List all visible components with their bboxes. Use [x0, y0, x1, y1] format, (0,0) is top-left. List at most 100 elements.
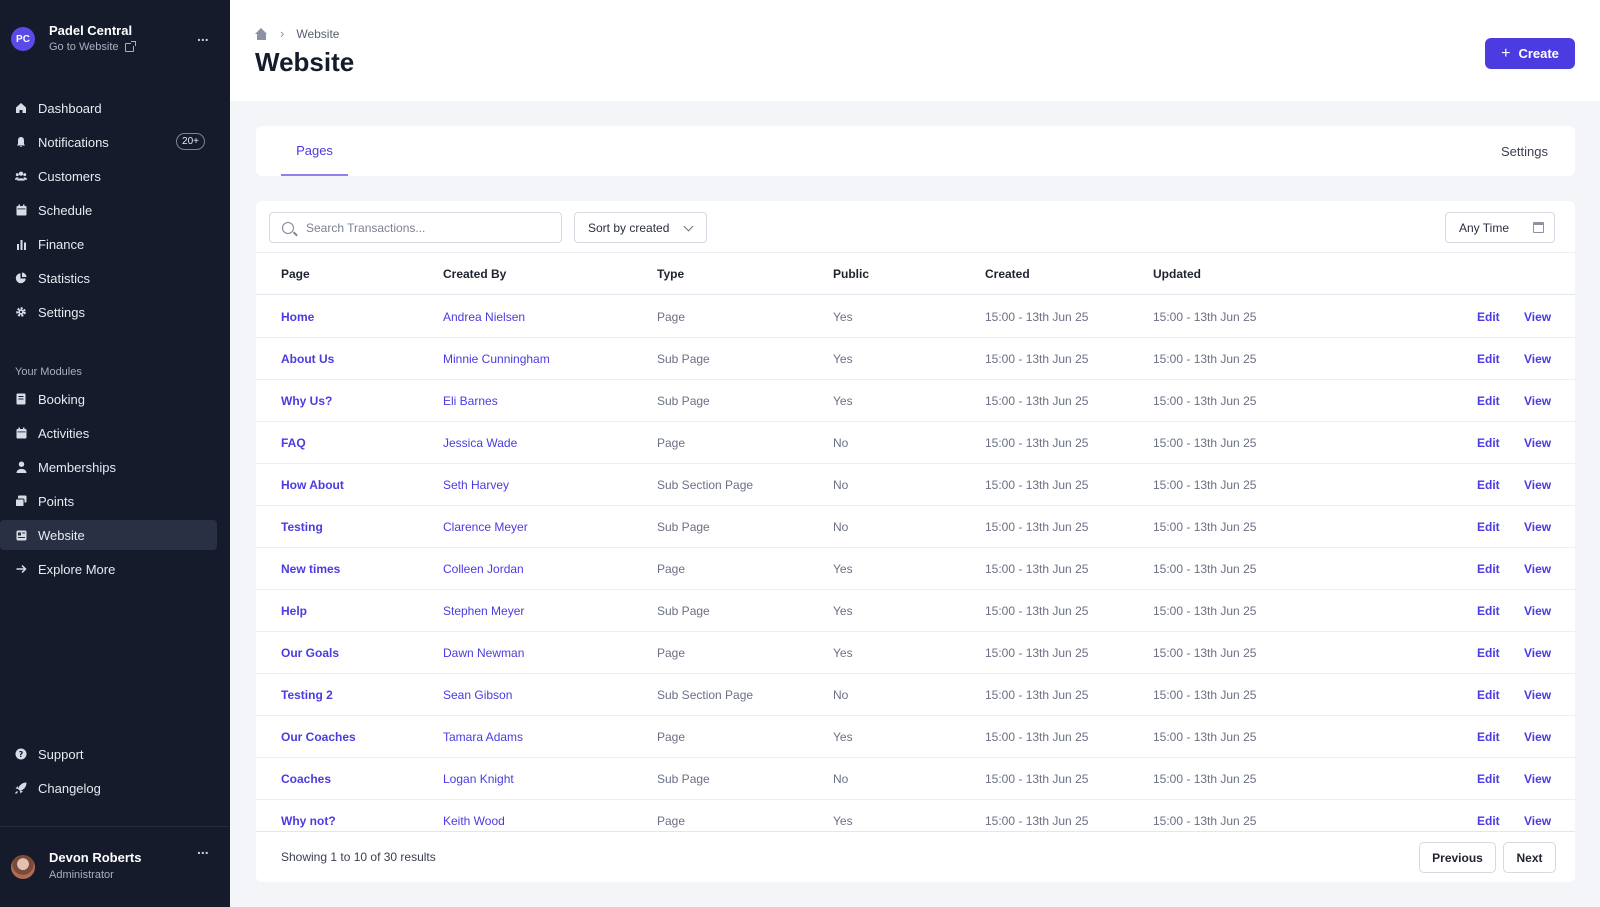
search-input[interactable]	[306, 220, 546, 235]
created-by-link[interactable]: Minnie Cunningham	[443, 352, 550, 366]
org-menu-icon[interactable]: ...	[197, 28, 209, 44]
view-link[interactable]: View	[1524, 394, 1551, 408]
previous-button[interactable]: Previous	[1419, 842, 1496, 873]
view-link[interactable]: View	[1524, 310, 1551, 324]
home-icon[interactable]	[255, 27, 268, 40]
date-range-picker[interactable]: Any Time	[1445, 212, 1555, 243]
sidebar-item-changelog[interactable]: Changelog	[0, 773, 217, 803]
edit-link[interactable]: Edit	[1477, 772, 1500, 786]
edit-link[interactable]: Edit	[1477, 646, 1500, 660]
sidebar-item-dashboard[interactable]: Dashboard	[0, 93, 217, 123]
view-link[interactable]: View	[1524, 352, 1551, 366]
view-link[interactable]: View	[1524, 772, 1551, 786]
column-header-page[interactable]: Page	[281, 267, 310, 281]
public-cell: Yes	[833, 394, 853, 408]
page-link[interactable]: FAQ	[281, 436, 306, 450]
edit-link[interactable]: Edit	[1477, 562, 1500, 576]
column-header-type[interactable]: Type	[657, 267, 684, 281]
sort-select[interactable]: Sort by created	[574, 212, 707, 243]
created-by-link[interactable]: Andrea Nielsen	[443, 310, 525, 324]
created-by-link[interactable]: Colleen Jordan	[443, 562, 524, 576]
tab-pages[interactable]: Pages	[281, 126, 348, 176]
sidebar-item-statistics[interactable]: Statistics	[0, 263, 217, 293]
created-by-link[interactable]: Tamara Adams	[443, 730, 523, 744]
tab-settings[interactable]: Settings	[1501, 126, 1575, 176]
column-header-created-by[interactable]: Created By	[443, 267, 506, 281]
edit-link[interactable]: Edit	[1477, 814, 1500, 828]
page-link[interactable]: Testing 2	[281, 688, 333, 702]
edit-link[interactable]: Edit	[1477, 478, 1500, 492]
page-link[interactable]: New times	[281, 562, 340, 576]
sidebar-item-explore-more[interactable]: Explore More	[0, 554, 217, 584]
edit-link[interactable]: Edit	[1477, 352, 1500, 366]
page-link[interactable]: Coaches	[281, 772, 331, 786]
edit-link[interactable]: Edit	[1477, 688, 1500, 702]
edit-link[interactable]: Edit	[1477, 730, 1500, 744]
edit-link[interactable]: Edit	[1477, 520, 1500, 534]
user-role: Administrator	[49, 869, 114, 881]
sidebar-item-schedule[interactable]: Schedule	[0, 195, 217, 225]
created-by-link[interactable]: Seth Harvey	[443, 478, 509, 492]
view-link[interactable]: View	[1524, 436, 1551, 450]
created-by-link[interactable]: Sean Gibson	[443, 688, 512, 702]
view-link[interactable]: View	[1524, 730, 1551, 744]
page-link[interactable]: Our Goals	[281, 646, 339, 660]
view-link[interactable]: View	[1524, 688, 1551, 702]
sidebar-item-settings[interactable]: Settings	[0, 297, 217, 327]
table-row: Testing Clarence Meyer Sub Page No 15:00 - 1…	[256, 506, 1575, 548]
page-link[interactable]: Help	[281, 604, 307, 618]
edit-link[interactable]: Edit	[1477, 394, 1500, 408]
view-link[interactable]: View	[1524, 520, 1551, 534]
page-link[interactable]: Why not?	[281, 814, 336, 828]
page-link[interactable]: About Us	[281, 352, 334, 366]
column-header-created[interactable]: Created	[985, 267, 1030, 281]
created-by-link[interactable]: Keith Wood	[443, 814, 505, 828]
created-by-link[interactable]: Stephen Meyer	[443, 604, 524, 618]
public-cell: No	[833, 688, 849, 702]
created-by-link[interactable]: Eli Barnes	[443, 394, 498, 408]
created-cell: 15:00 - 13th Jun 25	[985, 352, 1089, 366]
page-link[interactable]: How About	[281, 478, 344, 492]
user-profile[interactable]: Devon Roberts Administrator ...	[0, 826, 230, 907]
sidebar-item-finance[interactable]: Finance	[0, 229, 217, 259]
sidebar-item-activities[interactable]: Activities	[0, 418, 217, 448]
sidebar-item-support[interactable]: ? Support	[0, 739, 217, 769]
created-by-link[interactable]: Logan Knight	[443, 772, 514, 786]
created-by-link[interactable]: Jessica Wade	[443, 436, 517, 450]
created-by-link[interactable]: Clarence Meyer	[443, 520, 528, 534]
column-header-public[interactable]: Public	[833, 267, 869, 281]
edit-link[interactable]: Edit	[1477, 310, 1500, 324]
page-link[interactable]: Why Us?	[281, 394, 332, 408]
edit-link[interactable]: Edit	[1477, 436, 1500, 450]
view-link[interactable]: View	[1524, 646, 1551, 660]
next-button[interactable]: Next	[1503, 842, 1556, 873]
sidebar-item-points[interactable]: Points	[0, 486, 217, 516]
view-link[interactable]: View	[1524, 562, 1551, 576]
page-link[interactable]: Our Coaches	[281, 730, 356, 744]
user-menu-icon[interactable]: ...	[197, 841, 209, 857]
updated-cell: 15:00 - 13th Jun 25	[1153, 604, 1257, 618]
view-link[interactable]: View	[1524, 604, 1551, 618]
page-link[interactable]: Home	[281, 310, 314, 324]
sidebar-item-memberships[interactable]: Memberships	[0, 452, 217, 482]
view-link[interactable]: View	[1524, 814, 1551, 828]
go-to-website-link[interactable]: Go to Website	[49, 40, 136, 53]
user-name: Devon Roberts	[49, 850, 142, 865]
sidebar-item-booking[interactable]: Booking	[0, 384, 217, 414]
org-switcher[interactable]: PC Padel Central Go to Website ...	[0, 0, 230, 78]
page-link[interactable]: Testing	[281, 520, 323, 534]
column-header-updated[interactable]: Updated	[1153, 267, 1201, 281]
edit-link[interactable]: Edit	[1477, 604, 1500, 618]
sidebar-item-notifications[interactable]: Notifications 20+	[0, 127, 212, 157]
updated-cell: 15:00 - 13th Jun 25	[1153, 688, 1257, 702]
create-button[interactable]: + Create	[1485, 38, 1575, 69]
updated-cell: 15:00 - 13th Jun 25	[1153, 520, 1257, 534]
view-link[interactable]: View	[1524, 478, 1551, 492]
updated-cell: 15:00 - 13th Jun 25	[1153, 436, 1257, 450]
sidebar-item-customers[interactable]: Customers	[0, 161, 217, 191]
created-cell: 15:00 - 13th Jun 25	[985, 730, 1089, 744]
created-cell: 15:00 - 13th Jun 25	[985, 604, 1089, 618]
search-field[interactable]	[269, 212, 562, 243]
sidebar-item-website[interactable]: Website	[0, 520, 217, 550]
created-by-link[interactable]: Dawn Newman	[443, 646, 524, 660]
